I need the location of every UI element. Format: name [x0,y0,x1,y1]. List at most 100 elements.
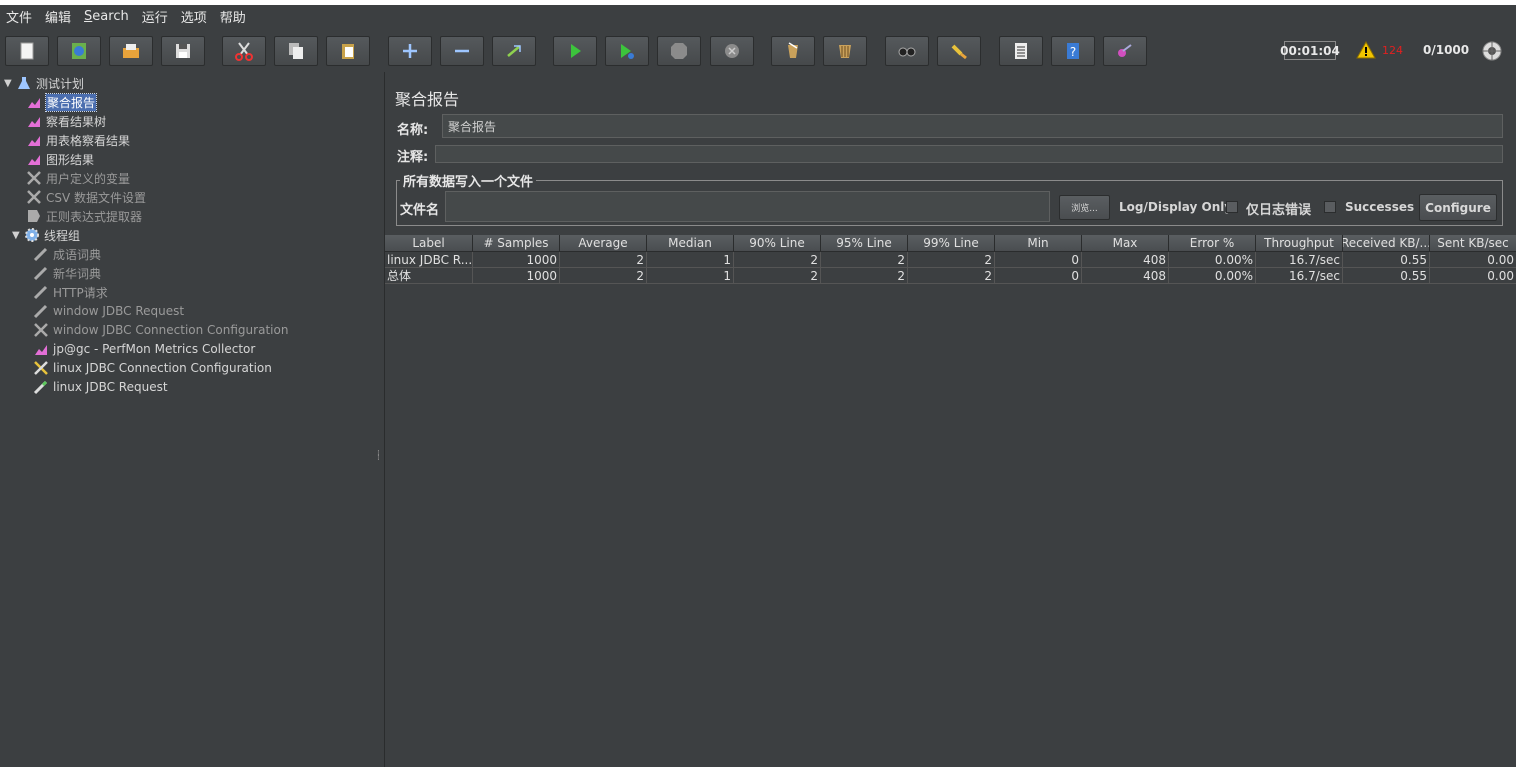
function-helper-button[interactable] [999,36,1043,66]
expand-arrow-icon[interactable]: ▼ [4,78,13,89]
warning-icon [1356,41,1376,59]
menu-file[interactable]: 文件 [0,7,39,26]
tree-node-test-plan[interactable]: ▼ 测试计划 [4,74,84,92]
menu-help[interactable]: 帮助 [214,7,253,26]
tree-node-window-jdbc-config[interactable]: window JDBC Connection Configuration [33,321,288,339]
column-header[interactable]: Sent KB/sec [1430,235,1516,252]
column-header[interactable]: Average [560,235,647,252]
table-cell: 0.00 [1430,268,1516,284]
column-header[interactable]: Received KB/... [1343,235,1430,252]
tree-node-idiom-dictionary[interactable]: 成语词典 [33,245,101,263]
copy-button[interactable] [274,36,318,66]
tree-node-window-jdbc-request[interactable]: window JDBC Request [33,302,184,320]
clear-all-button[interactable] [823,36,867,66]
column-header[interactable]: 99% Line [908,235,995,252]
tree-node-regex-extractor[interactable]: 正则表达式提取器 [26,207,142,225]
clear-button[interactable] [771,36,815,66]
column-header[interactable]: Label [385,235,473,252]
column-header[interactable]: Error % [1169,235,1256,252]
column-header[interactable]: # Samples [473,235,560,252]
tree-node-aggregate-report[interactable]: 聚合报告 [26,92,98,112]
tree-node-http-request[interactable]: HTTP请求 [33,283,108,301]
warning-count: 124 [1382,43,1403,57]
table-row[interactable]: 总体 1000 2 1 2 2 2 0 408 0.00% 16.7/sec 0… [385,268,1516,284]
tree-node-csv-config[interactable]: CSV 数据文件设置 [26,188,146,206]
column-header[interactable]: 95% Line [821,235,908,252]
config-icon [34,323,48,337]
comment-label: 注释: [397,150,429,165]
table-cell: 16.7/sec [1256,252,1343,268]
column-header[interactable]: Throughput [1256,235,1343,252]
column-header[interactable]: Max [1082,235,1169,252]
comment-field[interactable] [435,145,1503,163]
expand-all-button[interactable] [388,36,432,66]
page-title: 聚合报告 [395,90,460,109]
log-viewer-icon[interactable] [1481,40,1503,62]
tree-node-linux-jdbc-config[interactable]: linux JDBC Connection Configuration [33,359,272,377]
stop-button[interactable] [657,36,701,66]
filename-field[interactable] [445,191,1050,222]
cut-button[interactable] [222,36,266,66]
menu-edit[interactable]: 编辑 [39,7,78,26]
table-cell: 1 [647,268,734,284]
function-helper-icon [1015,43,1027,59]
table-cell: 408 [1082,252,1169,268]
tree-node-xinhua-dictionary[interactable]: 新华词典 [33,264,101,282]
elapsed-timer: 00:01:04 [1280,41,1340,60]
menu-search[interactable]: Search [78,9,136,24]
config-icon [34,361,48,375]
tree-node-user-variables[interactable]: 用户定义的变量 [26,169,130,187]
tree-node-graph-results[interactable]: 图形结果 [26,150,94,168]
name-field[interactable]: 聚合报告 [442,114,1503,138]
column-header[interactable]: Min [995,235,1082,252]
table-cell: 16.7/sec [1256,268,1343,284]
table-cell: 408 [1082,268,1169,284]
configure-button[interactable]: Configure [1419,194,1497,221]
table-header: Label # Samples Average Median 90% Line … [385,235,1516,252]
split-pane-divider[interactable] [373,72,385,767]
reset-search-button[interactable] [937,36,981,66]
sampler-icon [33,380,48,395]
table-cell: 2 [560,268,647,284]
column-header[interactable]: 90% Line [734,235,821,252]
warning-indicator[interactable]: 124 [1356,41,1403,59]
column-header[interactable]: Median [647,235,734,252]
search-button[interactable] [885,36,929,66]
table-row[interactable]: linux JDBC R... 1000 2 1 2 2 2 0 408 0.0… [385,252,1516,268]
table-cell: 2 [908,252,995,268]
menu-run[interactable]: 运行 [136,7,175,26]
start-no-pauses-button[interactable] [605,36,649,66]
expand-arrow-icon[interactable]: ▼ [12,230,21,241]
paste-button[interactable] [326,36,370,66]
tree-node-view-results-tree[interactable]: 察看结果树 [26,112,106,130]
table-cell: 2 [908,268,995,284]
errors-checkbox[interactable] [1226,201,1238,213]
reset-search-icon [951,44,967,60]
successes-checkbox[interactable] [1324,201,1336,213]
svg-text:?: ? [1070,45,1076,59]
toggle-button[interactable] [492,36,536,66]
copy-icon [289,43,303,59]
divider-grip-icon[interactable]: ⁞ ⁞ [377,450,380,463]
remote-button[interactable] [1103,36,1147,66]
start-button[interactable] [553,36,597,66]
start-icon [571,44,581,58]
tree-node-perfmon-collector[interactable]: jp@gc - PerfMon Metrics Collector [33,340,255,358]
extractor-icon [28,210,40,222]
new-button[interactable] [5,36,49,66]
open-button[interactable] [109,36,153,66]
graph-icon [28,155,40,165]
collapse-all-button[interactable] [440,36,484,66]
tree-node-linux-jdbc-request[interactable]: linux JDBC Request [33,378,168,396]
shutdown-button[interactable] [710,36,754,66]
menu-options[interactable]: 选项 [175,7,214,26]
save-button[interactable] [161,36,205,66]
browse-button[interactable]: 浏览... [1059,195,1110,220]
table-cell: 1 [647,252,734,268]
templates-button[interactable] [57,36,101,66]
table-cell: 0.00% [1169,268,1256,284]
help-button[interactable]: ? [1051,36,1095,66]
tree-node-thread-group[interactable]: ▼ 线程组 [12,226,80,244]
table-cell: 1000 [473,268,560,284]
tree-node-view-results-table[interactable]: 用表格察看结果 [26,131,130,149]
